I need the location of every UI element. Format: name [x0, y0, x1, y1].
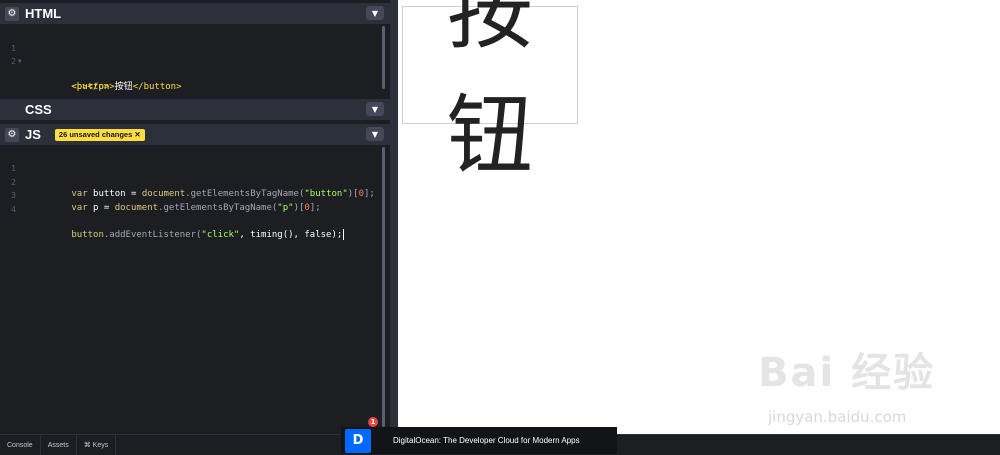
html-editor[interactable]: 1 ▼ <button>按钮</button> 2 <p></p> — [0, 24, 390, 97]
code-token: document — [114, 203, 159, 213]
console-tab[interactable]: Console — [0, 435, 41, 455]
code-token: .addEventListener( — [103, 230, 202, 240]
chevron-down-icon[interactable]: ▼ — [366, 127, 384, 141]
ad-banner[interactable]: D 1 DigitalOcean: The Developer Cloud fo… — [341, 417, 617, 454]
code-token: "click" — [201, 230, 240, 240]
js-scrollbar[interactable] — [382, 147, 385, 427]
watermark-brand: Bai 经验 — [758, 350, 936, 396]
notification-badge: 1 — [368, 417, 378, 427]
code-line: 1 ▼ <button>按钮</button> — [0, 29, 181, 92]
gear-icon[interactable]: ⚙ — [5, 127, 19, 142]
editor-column: ⚙ HTML ▼ 1 ▼ <button>按钮</button> 2 <p></… — [0, 0, 390, 434]
digitalocean-logo-icon: D — [345, 428, 371, 453]
assets-tab[interactable]: Assets — [41, 435, 77, 455]
pane-resize-handle[interactable] — [390, 0, 398, 434]
code-token: ]; — [309, 203, 321, 213]
js-editor[interactable]: 1 var button = document.getElementsByTag… — [0, 145, 390, 434]
gear-icon[interactable]: ⚙ — [5, 6, 19, 21]
css-panel-title: CSS — [25, 102, 52, 117]
result-preview: 按钮 Bai 经验 jingyan.baidu.com — [398, 0, 1000, 434]
js-panel-header[interactable]: ⚙ JS 26 unsaved changes ✕ ▼ — [0, 124, 390, 145]
js-panel-title: JS — [25, 127, 41, 142]
text-cursor — [343, 229, 345, 240]
code-token: </p> — [87, 82, 110, 92]
css-panel-header[interactable]: ⚙ CSS ▼ — [0, 99, 390, 120]
code-token: )[ — [293, 203, 305, 213]
code-token: p = — [87, 203, 115, 213]
preview-button[interactable]: 按钮 — [402, 0, 578, 186]
watermark: Bai 经验 jingyan.baidu.com — [758, 340, 936, 426]
code-token: var — [71, 203, 88, 213]
line-number: 4 — [11, 205, 16, 214]
code-token: ]; — [364, 189, 375, 199]
code-token: )[ — [347, 189, 359, 199]
code-token: 按钮 — [114, 82, 133, 92]
code-token: .getElementsByTagName( — [158, 203, 278, 213]
ad-text[interactable]: DigitalOcean: The Developer Cloud for Mo… — [393, 436, 580, 445]
code-line: 4 button.addEventListener("click", timin… — [0, 190, 345, 240]
line-number: 2 — [11, 57, 16, 66]
code-line: 1 var button = document.getElementsByTag… — [0, 149, 375, 199]
html-scrollbar[interactable] — [382, 26, 385, 89]
chevron-down-icon[interactable]: ▼ — [366, 102, 384, 116]
code-line: 2 var p = document.getElementsByTagName(… — [0, 163, 321, 213]
code-token: </button> — [132, 82, 182, 92]
code-token: "p" — [277, 203, 294, 213]
unsaved-changes-badge[interactable]: 26 unsaved changes ✕ — [54, 128, 145, 141]
code-token: button — [71, 230, 104, 240]
watermark-url: jingyan.baidu.com — [768, 408, 907, 426]
html-panel-title: HTML — [25, 6, 62, 21]
html-panel-header[interactable]: ⚙ HTML ▼ — [0, 3, 390, 24]
code-line: 2 <p></p> — [0, 42, 109, 92]
code-token: , timing(), false); — [239, 230, 343, 240]
code-line: 3 — [0, 176, 33, 200]
keys-tab[interactable]: ⌘ Keys — [77, 435, 117, 455]
code-token: <p> — [71, 82, 88, 92]
chevron-down-icon[interactable]: ▼ — [366, 6, 384, 20]
